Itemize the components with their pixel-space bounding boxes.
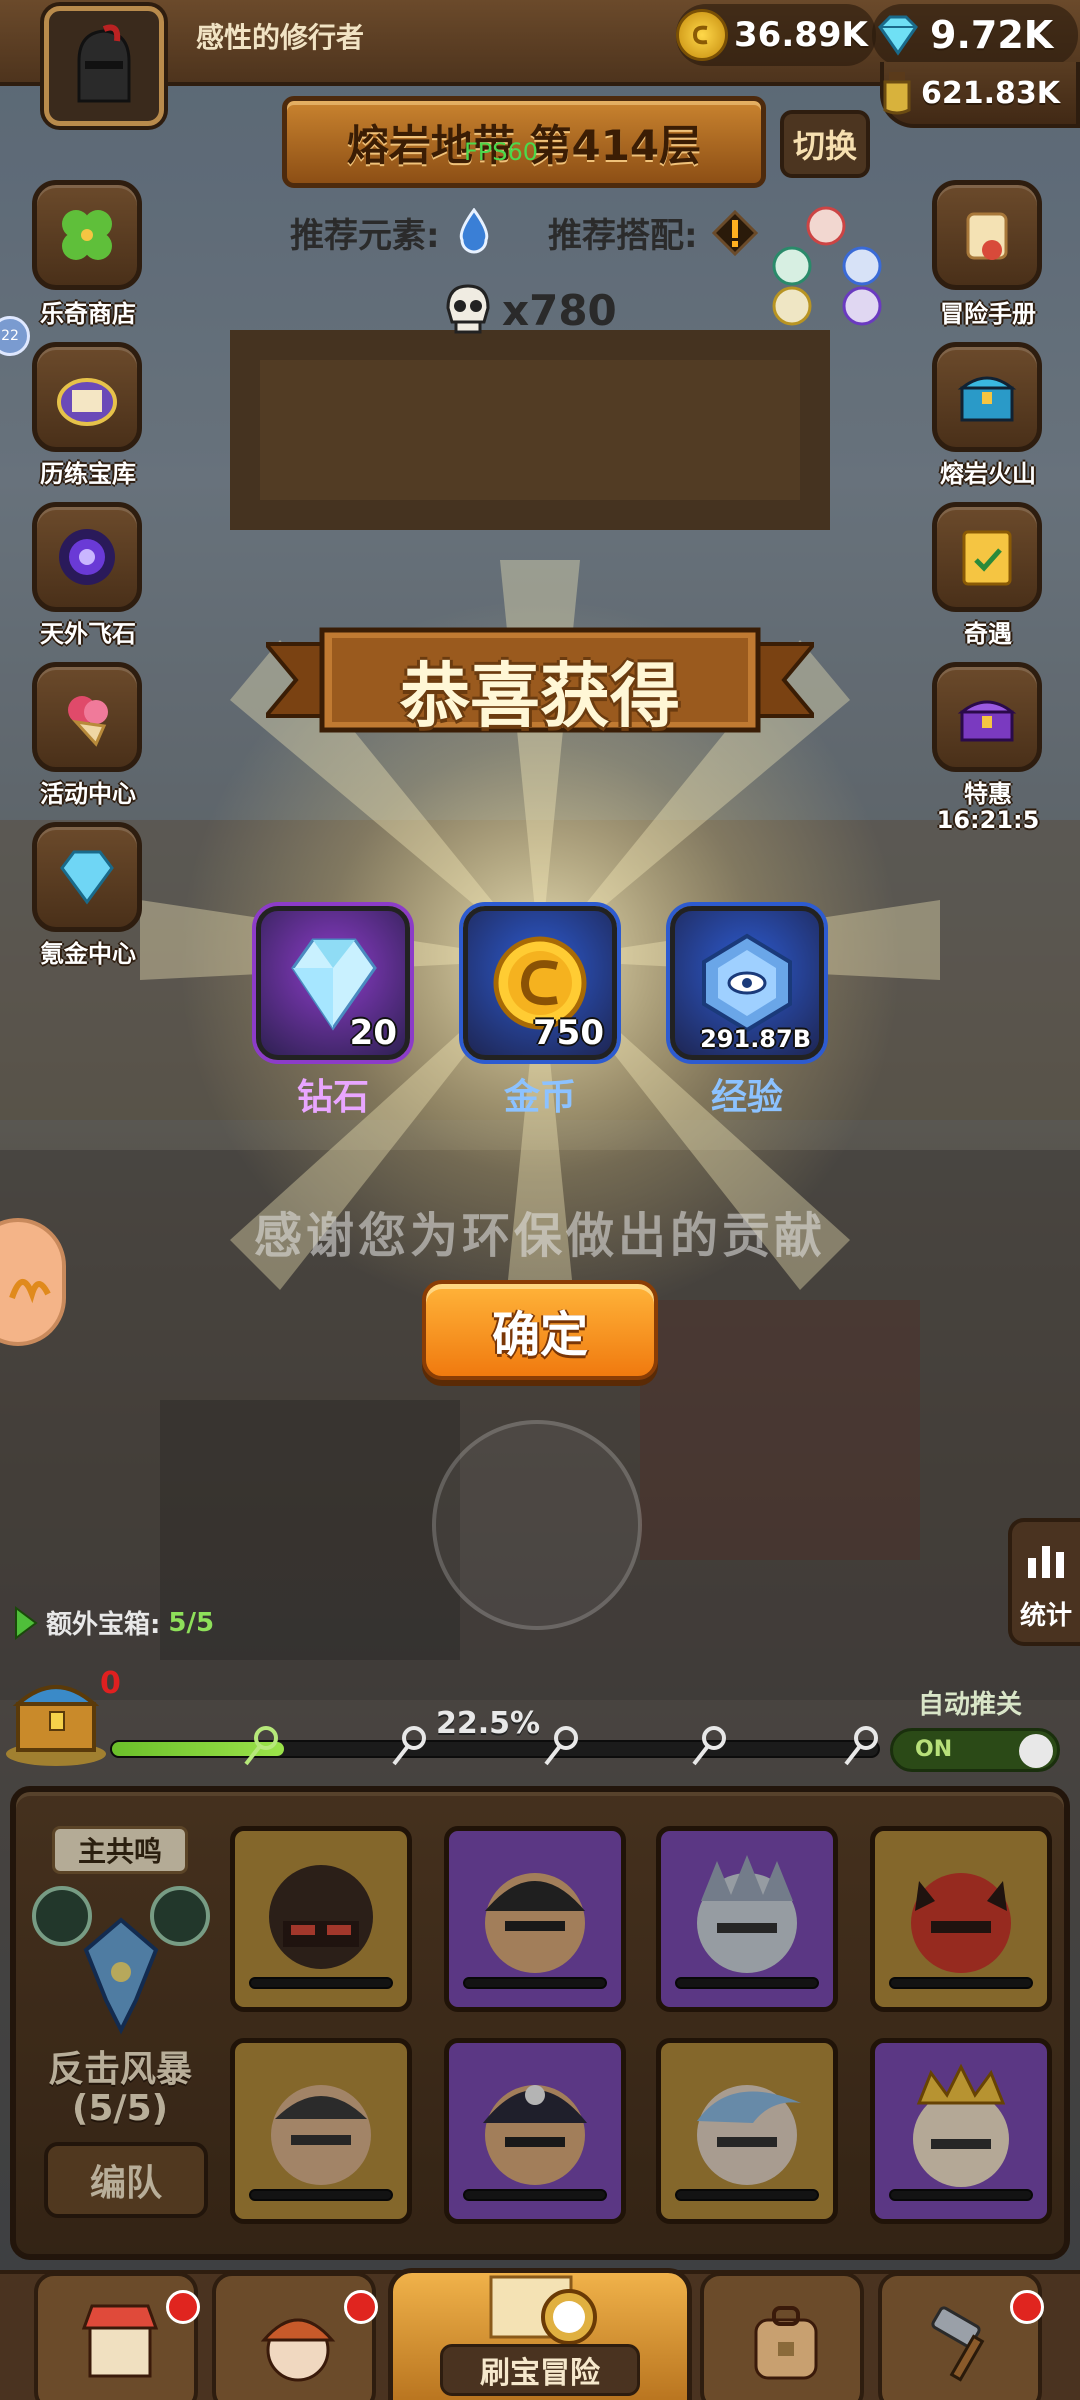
side-button-event-center[interactable] xyxy=(32,662,142,772)
side-label-adventure-handbook: 冒险手册 xyxy=(940,300,1036,328)
experience-crystal-icon xyxy=(702,933,792,1033)
stats-button[interactable]: 统计 xyxy=(1008,1518,1080,1646)
play-triangle-icon xyxy=(15,1605,38,1640)
extra-chest-label: 额外宝箱: xyxy=(46,1610,161,1640)
side-button-adventure-handbook[interactable] xyxy=(932,180,1042,290)
blue-gem-icon xyxy=(872,9,924,61)
scroll-icon xyxy=(966,212,1008,260)
map-compass-icon xyxy=(489,2275,597,2345)
nav-forge-button[interactable] xyxy=(878,2272,1044,2400)
diamond-icon xyxy=(60,850,114,905)
reward-label: 钻石 xyxy=(296,1077,369,1118)
recommend-element-label: 推荐元素: xyxy=(290,216,440,256)
auto-push-state: ON xyxy=(915,1737,953,1762)
gold-amount: 36.89K xyxy=(734,15,868,55)
treasure-tome-icon xyxy=(57,378,117,426)
confirm-button[interactable]: 确定 xyxy=(422,1280,658,1380)
reward-label: 经验 xyxy=(710,1077,783,1118)
side-button-topup-center[interactable] xyxy=(32,822,142,932)
nav-hero-badge xyxy=(344,2290,378,2324)
virtual-joystick[interactable] xyxy=(432,1420,642,1630)
side-button-special-offer[interactable] xyxy=(932,662,1042,772)
chest-icon xyxy=(957,376,1017,422)
reward-label: 金币 xyxy=(503,1077,576,1118)
side-label-lava-volcano: 熔岩火山 xyxy=(940,460,1036,488)
extra-chest-value: 5/5 xyxy=(168,1607,215,1638)
side-label-topup-center: 氪金中心 xyxy=(40,940,136,968)
clover-icon xyxy=(62,210,112,260)
nav-forge-badge xyxy=(1010,2290,1044,2324)
special-offer-timer: 16:21:5 xyxy=(936,806,1040,834)
side-label-event-center: 活动中心 xyxy=(40,780,136,808)
gem-counter[interactable]: 9.72K xyxy=(872,4,1078,66)
shop-stall-icon xyxy=(81,2304,159,2378)
hero-avatar-icon xyxy=(260,2318,336,2382)
stage-progress-label: 22.5% xyxy=(436,1706,541,1741)
chest-count: 0 xyxy=(100,1666,121,1701)
reward-quantity: 291.87B xyxy=(700,1025,811,1053)
nav-shop-badge xyxy=(166,2290,200,2324)
nav-hero-button[interactable] xyxy=(212,2272,378,2400)
nav-main-label: 刷宝冒险 xyxy=(440,2344,640,2396)
vortex-icon xyxy=(59,529,115,585)
side-label-trial-vault: 历练宝库 xyxy=(40,460,136,488)
switch-level-button[interactable]: 切换 xyxy=(780,110,870,178)
gift-chest-icon xyxy=(957,700,1017,742)
kill-count: x780 xyxy=(502,285,617,335)
auto-push-toggle[interactable]: ON xyxy=(890,1728,1060,1772)
knight-helmet-icon xyxy=(77,24,131,103)
chat-wave-icon xyxy=(9,1279,51,1304)
flower-bouquet-icon xyxy=(68,696,108,747)
gold-counter[interactable]: 36.89K xyxy=(676,4,876,66)
auto-push-label: 自动推关 xyxy=(918,1690,1023,1720)
potion-jar-icon xyxy=(879,69,915,117)
hammer-icon xyxy=(931,2306,985,2382)
reward-quantity: 20 xyxy=(349,1013,397,1053)
progress-key-markers xyxy=(244,1726,878,1766)
warning-diamond-icon[interactable] xyxy=(712,210,758,256)
quest-board-icon xyxy=(962,530,1012,586)
recommend-combo-label: 推荐搭配: xyxy=(548,216,698,256)
reward-banner-title-wrap: 恭喜获得 xyxy=(268,630,812,737)
kill-counter: x780 xyxy=(440,282,617,338)
reward-diamond: 20 xyxy=(256,906,410,1060)
gem-amount: 9.72K xyxy=(930,13,1054,57)
reward-gold: 750 xyxy=(463,906,617,1060)
team-panel-overlay xyxy=(10,1786,1070,2260)
bar-chart-icon xyxy=(1028,1546,1064,1578)
extra-chest-status: 额外宝箱: 5/5 xyxy=(14,1604,214,1641)
potion-amount: 621.83K xyxy=(920,75,1060,111)
player-avatar[interactable] xyxy=(44,6,164,126)
side-button-trial-vault[interactable] xyxy=(32,342,142,452)
element-cycle-icon[interactable] xyxy=(764,200,894,330)
nav-shop-button[interactable] xyxy=(34,2272,200,2400)
side-button-encounter[interactable] xyxy=(932,502,1042,612)
toggle-knob xyxy=(1019,1734,1053,1768)
skull-icon xyxy=(446,284,490,334)
side-label-special-offer: 特惠 xyxy=(964,780,1012,808)
stats-label: 统计 xyxy=(1019,1601,1072,1631)
water-drop-icon xyxy=(459,208,489,254)
side-button-lava-volcano[interactable] xyxy=(932,342,1042,452)
player-name: 感性的修行者 xyxy=(196,21,365,54)
potion-counter[interactable]: 621.83K xyxy=(880,62,1080,128)
side-label-lucky-shop: 乐奇商店 xyxy=(40,300,136,328)
side-label-meteor: 天外飞石 xyxy=(40,620,136,648)
nav-bag-button[interactable] xyxy=(700,2272,864,2400)
side-label-encounter: 奇遇 xyxy=(964,620,1012,648)
reward-message: 感谢您为环保做出的贡献 xyxy=(253,1208,826,1264)
fps-counter: FPS60 xyxy=(464,138,539,166)
side-button-lucky-shop[interactable] xyxy=(32,180,142,290)
reward-title: 恭喜获得 xyxy=(400,655,680,737)
reward-experience: 291.87B xyxy=(670,906,824,1060)
side-button-meteor[interactable] xyxy=(32,502,142,612)
backpack-icon xyxy=(754,2306,818,2380)
reward-quantity: 750 xyxy=(533,1013,604,1053)
gold-coin-icon xyxy=(676,9,728,61)
